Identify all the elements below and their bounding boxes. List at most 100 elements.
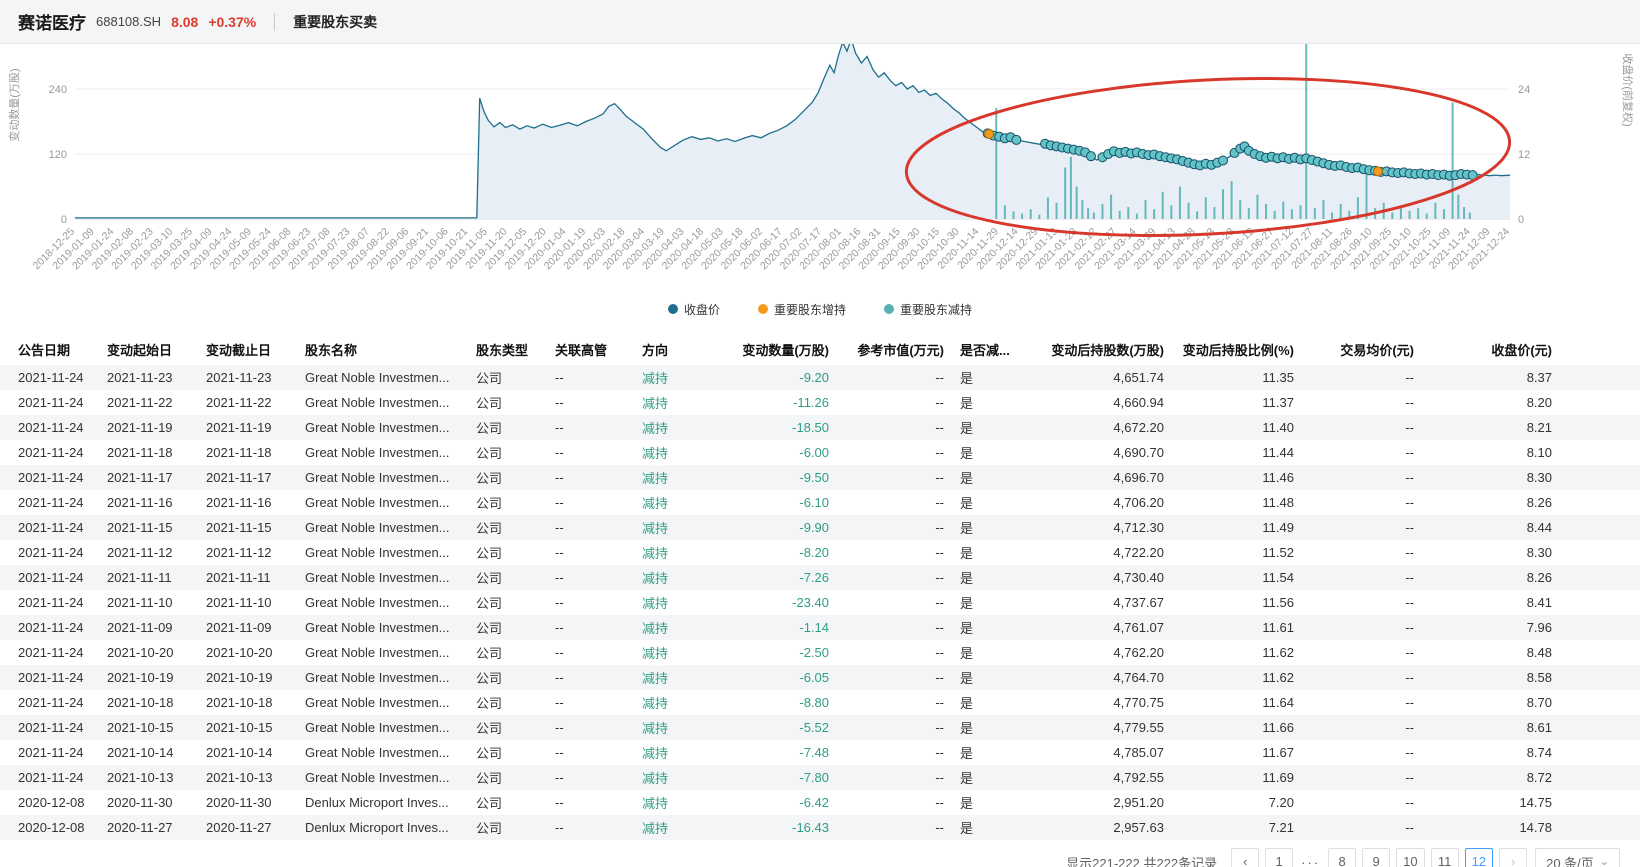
table-cell: 11.35 bbox=[1172, 365, 1302, 390]
decrease-volume-bar bbox=[1256, 195, 1258, 219]
chevron-down-icon: ⌄ bbox=[1600, 855, 1609, 867]
table-cell: 2021-11-24 bbox=[0, 540, 99, 565]
legend-item-shareholder-decrease[interactable]: 重要股东减持 bbox=[884, 301, 972, 318]
column-header: 方向 bbox=[634, 334, 712, 365]
table-cell: 是 bbox=[952, 815, 1037, 840]
table-row: 2021-11-242021-10-192021-10-19Great Nobl… bbox=[0, 665, 1640, 690]
table-cell: 2021-11-24 bbox=[0, 640, 99, 665]
table-cell: Great Noble Investmen... bbox=[297, 440, 468, 465]
table-cell: 2021-10-15 bbox=[99, 715, 198, 740]
table-cell: 11.49 bbox=[1172, 515, 1302, 540]
table-cell: 公司 bbox=[468, 365, 547, 390]
table-row: 2021-11-242021-11-092021-11-09Great Nobl… bbox=[0, 615, 1640, 640]
legend-item-close-price[interactable]: 收盘价 bbox=[668, 301, 720, 318]
decrease-volume-bar bbox=[1299, 205, 1301, 219]
table-cell: 4,730.40 bbox=[1037, 565, 1172, 590]
table-cell: 是 bbox=[952, 440, 1037, 465]
decrease-volume-bar bbox=[1101, 204, 1103, 219]
column-header: 关联高管 bbox=[547, 334, 634, 365]
table-row: 2021-11-242021-11-102021-11-10Great Nobl… bbox=[0, 590, 1640, 615]
table-cell: -- bbox=[1302, 565, 1422, 590]
table-cell: -- bbox=[837, 690, 952, 715]
table-cell: Great Noble Investmen... bbox=[297, 590, 468, 615]
table-cell: 公司 bbox=[468, 815, 547, 840]
table-cell: 4,770.75 bbox=[1037, 690, 1172, 715]
table-cell: 7.21 bbox=[1172, 815, 1302, 840]
table-cell: 11.66 bbox=[1172, 715, 1302, 740]
decrease-dot-icon bbox=[884, 304, 894, 314]
right-axis-tick: 0 bbox=[1518, 214, 1524, 226]
page-size-label: 20 条/页 bbox=[1546, 853, 1594, 867]
table-cell: -- bbox=[547, 415, 634, 440]
next-page-button[interactable]: › bbox=[1499, 848, 1527, 867]
decrease-volume-bar bbox=[1282, 202, 1284, 219]
table-cell: -- bbox=[1302, 815, 1422, 840]
table-cell: -5.52 bbox=[712, 715, 837, 740]
table-cell: 2021-11-24 bbox=[0, 765, 99, 790]
page-button-9[interactable]: 9 bbox=[1362, 848, 1390, 867]
table-cell: -- bbox=[837, 390, 952, 415]
table-cell: -- bbox=[837, 615, 952, 640]
table-cell: 减持 bbox=[634, 440, 712, 465]
table-cell: 2021-10-15 bbox=[198, 715, 297, 740]
decrease-volume-bar bbox=[1179, 187, 1181, 220]
table-cell: 2020-11-27 bbox=[198, 815, 297, 840]
table-cell: 11.61 bbox=[1172, 615, 1302, 640]
decrease-volume-bar bbox=[1021, 214, 1023, 219]
table-cell: Great Noble Investmen... bbox=[297, 565, 468, 590]
legend-item-shareholder-increase[interactable]: 重要股东增持 bbox=[758, 301, 846, 318]
decrease-volume-bar bbox=[1305, 44, 1307, 219]
table-cell: -- bbox=[1302, 765, 1422, 790]
table-cell: 11.40 bbox=[1172, 415, 1302, 440]
table-cell: Great Noble Investmen... bbox=[297, 465, 468, 490]
right-axis-tick: 12 bbox=[1518, 149, 1530, 161]
table-cell: 4,722.20 bbox=[1037, 540, 1172, 565]
stock-change-percent: +0.37% bbox=[208, 14, 256, 30]
decrease-volume-bar bbox=[1291, 209, 1293, 219]
decrease-volume-bar bbox=[1322, 200, 1324, 219]
stock-price: 8.08 bbox=[171, 14, 198, 30]
table-cell: 公司 bbox=[468, 515, 547, 540]
table-cell: 是 bbox=[952, 565, 1037, 590]
table-cell: -- bbox=[837, 815, 952, 840]
page-button-10[interactable]: 10 bbox=[1396, 848, 1424, 867]
decrease-volume-bar bbox=[1136, 214, 1138, 219]
column-header: 参考市值(万元) bbox=[837, 334, 952, 365]
decrease-volume-bar bbox=[1231, 181, 1233, 219]
table-cell: -- bbox=[837, 490, 952, 515]
page-size-select[interactable]: 20 条/页 ⌄ bbox=[1535, 848, 1620, 867]
table-cell: 公司 bbox=[468, 565, 547, 590]
table-cell: 2021-11-12 bbox=[198, 540, 297, 565]
table-cell: 2021-10-14 bbox=[99, 740, 198, 765]
table-cell: 2021-11-11 bbox=[99, 565, 198, 590]
stock-code: 688108.SH bbox=[96, 14, 161, 29]
table-cell: 公司 bbox=[468, 765, 547, 790]
table-cell: -- bbox=[837, 640, 952, 665]
table-row: 2021-11-242021-11-112021-11-11Great Nobl… bbox=[0, 565, 1640, 590]
chart-legend: 收盘价 重要股东增持 重要股东减持 bbox=[0, 296, 1640, 322]
table-cell: Great Noble Investmen... bbox=[297, 740, 468, 765]
page-button-1[interactable]: 1 bbox=[1265, 848, 1293, 867]
decrease-volume-bar bbox=[1030, 209, 1032, 219]
table-cell: 减持 bbox=[634, 490, 712, 515]
page-button-11[interactable]: 11 bbox=[1431, 848, 1459, 867]
table-cell: 减持 bbox=[634, 690, 712, 715]
table-cell: -- bbox=[837, 540, 952, 565]
tab-important-shareholder-trading[interactable]: 重要股东买卖 bbox=[293, 12, 377, 32]
page-button-8[interactable]: 8 bbox=[1328, 848, 1356, 867]
table-cell: -- bbox=[837, 590, 952, 615]
table-cell: 2020-12-08 bbox=[0, 790, 99, 815]
table-cell: 2,957.63 bbox=[1037, 815, 1172, 840]
page-button-12[interactable]: 12 bbox=[1465, 848, 1493, 867]
table-cell: -11.26 bbox=[712, 390, 837, 415]
table-cell: 公司 bbox=[468, 640, 547, 665]
table-cell: 14.78 bbox=[1422, 815, 1640, 840]
table-cell: 2021-11-22 bbox=[99, 390, 198, 415]
table-cell: -- bbox=[1302, 665, 1422, 690]
table-cell: 4,651.74 bbox=[1037, 365, 1172, 390]
decrease-volume-bar bbox=[1004, 205, 1006, 219]
table-cell: -6.42 bbox=[712, 790, 837, 815]
table-cell: 公司 bbox=[468, 415, 547, 440]
prev-page-button[interactable]: ‹ bbox=[1231, 848, 1259, 867]
table-cell: 减持 bbox=[634, 665, 712, 690]
